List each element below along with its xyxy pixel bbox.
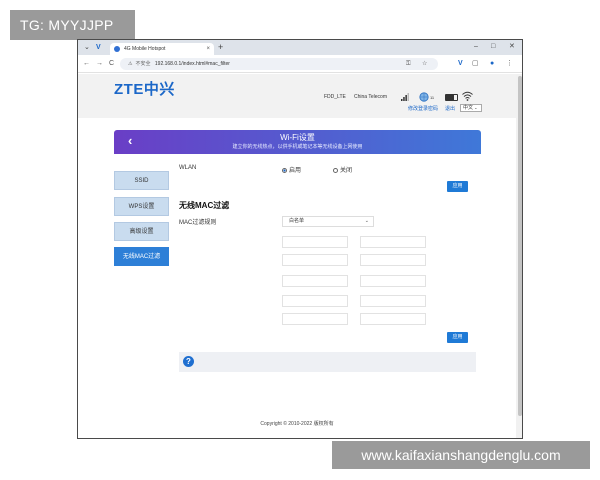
chevron-down-icon: ⌄: [473, 105, 478, 110]
chevron-down-icon: ⌄: [364, 218, 369, 224]
help-bar: ?: [179, 352, 476, 372]
tab-list-button[interactable]: ⌄: [84, 42, 90, 53]
profile-icon[interactable]: ●: [490, 58, 494, 70]
apply-button-bottom[interactable]: 应用: [447, 332, 468, 343]
page-scrollbar[interactable]: [516, 74, 522, 438]
change-password-link[interactable]: 修改登录密码: [408, 105, 438, 112]
forward-button[interactable]: →: [96, 58, 103, 70]
network-name: FDD_LTE: [324, 94, 346, 100]
mac-input-7[interactable]: [282, 295, 348, 307]
mac-input-2[interactable]: [360, 236, 426, 248]
carrier-name: China Telecom: [354, 94, 387, 100]
tab-title: 4G Mobile Hotspot: [124, 46, 166, 52]
network-globe-icon: [419, 92, 429, 102]
key-icon[interactable]: ⚿: [406, 58, 411, 70]
mac-rule-select[interactable]: 白名单 ⌄: [282, 216, 374, 227]
mac-rule-label: MAC过滤规则: [179, 220, 217, 226]
help-icon[interactable]: ?: [183, 356, 194, 367]
wlan-disable-radio[interactable]: 关闭: [333, 165, 352, 174]
mac-rule-value: 白名单: [289, 218, 305, 224]
mac-input-4[interactable]: [360, 254, 426, 266]
sidebar-item-wps[interactable]: WPS设置: [114, 197, 169, 216]
back-button[interactable]: ←: [83, 58, 90, 70]
copyright-footer: Copyright © 2010-2022 版权所有: [260, 421, 334, 427]
mac-input-8[interactable]: [360, 295, 426, 307]
mac-input-9[interactable]: [282, 313, 348, 325]
language-value: 中文: [463, 105, 474, 111]
security-label: 不安全: [135, 61, 151, 67]
wlan-enable-label: 启用: [289, 168, 302, 174]
menu-icon[interactable]: ⋮: [506, 58, 513, 70]
language-select[interactable]: 中文 ⌄: [460, 104, 482, 112]
mac-input-10[interactable]: [360, 313, 426, 325]
star-icon[interactable]: ☆: [422, 58, 427, 70]
browser-window: ⌄ V 4G Mobile Hotspot × + – □ ✕ ← → C ⚠ 不…: [77, 39, 523, 439]
radio-selected-icon: [282, 168, 287, 173]
wifi-icon: [462, 91, 473, 101]
window-maximize-button[interactable]: □: [491, 41, 495, 53]
battery-level-fill: [446, 95, 454, 100]
banner-description: 建立你的无线热点，以供手机或笔记本等无线设备上网使用: [232, 144, 363, 150]
mac-input-6[interactable]: [360, 275, 426, 287]
sidebar-item-mac-filter[interactable]: 无线MAC过滤: [114, 247, 169, 266]
downloads-icon[interactable]: ▢: [472, 58, 479, 70]
sidebar-item-advanced[interactable]: 高级设置: [114, 222, 169, 241]
signal-strength-icon: [401, 93, 409, 101]
apply-button-top[interactable]: 应用: [447, 181, 468, 192]
zte-logo: ZTE中兴: [114, 81, 175, 98]
radio-unselected-icon: [333, 168, 338, 173]
browser-toolbar: ← → C ⚠ 不安全 192.168.0.1/index.html#mac_fi…: [78, 55, 522, 73]
section-title: 无线MAC过滤: [179, 201, 230, 210]
banner-title: Wi-Fi设置: [280, 133, 315, 142]
tab-favicon-icon: [114, 46, 120, 52]
network-type: 11: [430, 95, 435, 100]
wlan-disable-label: 关闭: [340, 168, 353, 174]
battery-icon: [445, 94, 458, 101]
wifi-settings-banner: ‹ Wi-Fi设置 建立你的无线热点，以供手机或笔记本等无线设备上网使用: [114, 130, 481, 154]
scrollbar-thumb[interactable]: [518, 76, 522, 416]
window-close-button[interactable]: ✕: [509, 41, 515, 53]
page-viewport: ZTE中兴 FDD_LTE China Telecom 11 修改登录密码 退出…: [78, 74, 516, 438]
window-minimize-button[interactable]: –: [474, 41, 478, 53]
tab-bar: ⌄ V 4G Mobile Hotspot × + – □ ✕: [78, 40, 522, 55]
address-bar[interactable]: ⚠ 不安全 192.168.0.1/index.html#mac_filter ⚿…: [120, 58, 438, 70]
pinned-v-icon[interactable]: V: [96, 42, 101, 53]
mac-input-3[interactable]: [282, 254, 348, 266]
sidebar-item-ssid[interactable]: SSID: [114, 171, 169, 190]
new-tab-button[interactable]: +: [218, 42, 223, 53]
settings-content: WLAN 启用 关闭 应用 无线MAC过滤 MAC过滤规则 白名单 ⌄ 应用 ?: [179, 158, 481, 430]
logout-link[interactable]: 退出: [445, 105, 455, 112]
warning-icon: ⚠: [128, 61, 133, 67]
tg-overlay-badge: TG: MYYJJPP: [10, 10, 135, 40]
website-watermark: www.kaifaxianshangdenglu.com: [332, 441, 590, 469]
wlan-label: WLAN: [179, 165, 197, 171]
mac-input-1[interactable]: [282, 236, 348, 248]
router-header: ZTE中兴 FDD_LTE China Telecom 11 修改登录密码 退出…: [78, 74, 516, 118]
mac-input-5[interactable]: [282, 275, 348, 287]
tab-close-icon[interactable]: ×: [206, 43, 210, 55]
wlan-enable-radio[interactable]: 启用: [282, 165, 301, 174]
extension-v-icon[interactable]: V: [458, 58, 463, 70]
reload-button[interactable]: C: [109, 58, 114, 70]
screenshot-stage: TG: MYYJJPP ⌄ V 4G Mobile Hotspot × + – …: [0, 0, 600, 480]
browser-tab[interactable]: 4G Mobile Hotspot ×: [110, 43, 214, 55]
url-text: 192.168.0.1/index.html#mac_filter: [154, 61, 230, 67]
